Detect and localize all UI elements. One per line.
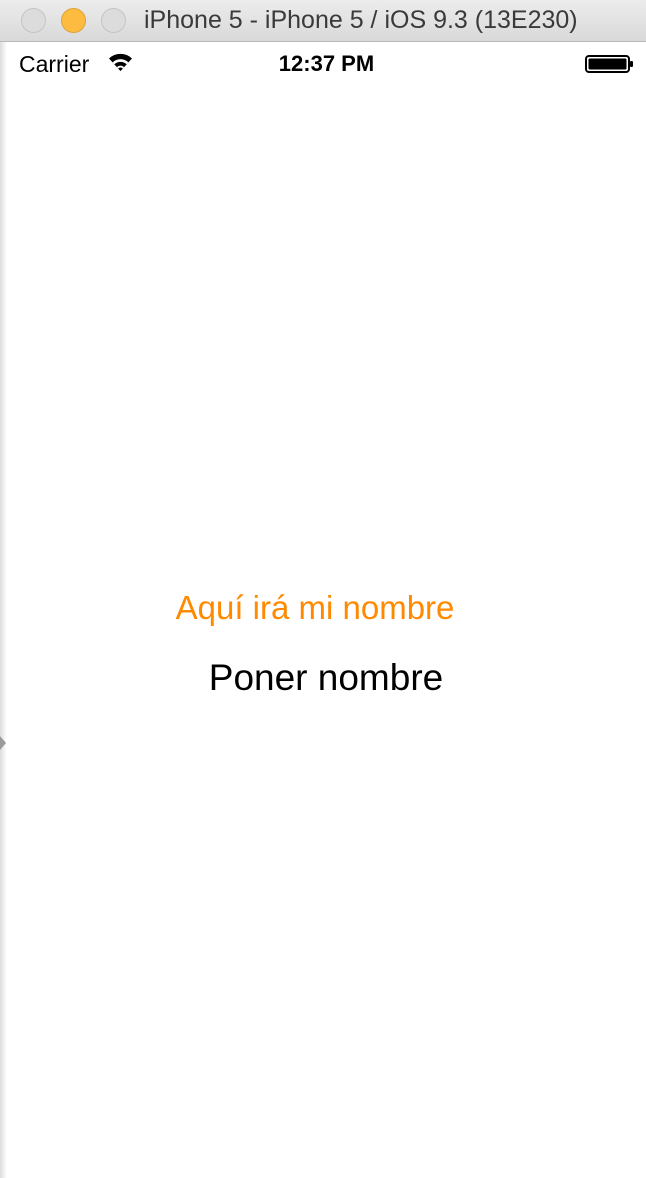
name-label: Aquí irá mi nombre (175, 589, 455, 626)
resize-handle-icon[interactable] (0, 736, 6, 750)
zoom-window-button[interactable] (101, 8, 126, 33)
title-bar[interactable]: iPhone 5 - iPhone 5 / iOS 9.3 (13E230) (0, 0, 646, 42)
status-time: 12:37 PM (278, 51, 375, 76)
battery-full-icon (585, 55, 633, 73)
set-name-button[interactable]: Poner nombre (180, 650, 472, 706)
window-title: iPhone 5 - iPhone 5 / iOS 9.3 (13E230) (144, 6, 578, 34)
minimize-window-button[interactable] (61, 8, 86, 33)
close-window-button[interactable] (21, 8, 46, 33)
ios-status-bar: Carrier 12:37 PM (7, 42, 646, 82)
simulator-window: iPhone 5 - iPhone 5 / iOS 9.3 (13E230) C… (0, 0, 646, 1178)
